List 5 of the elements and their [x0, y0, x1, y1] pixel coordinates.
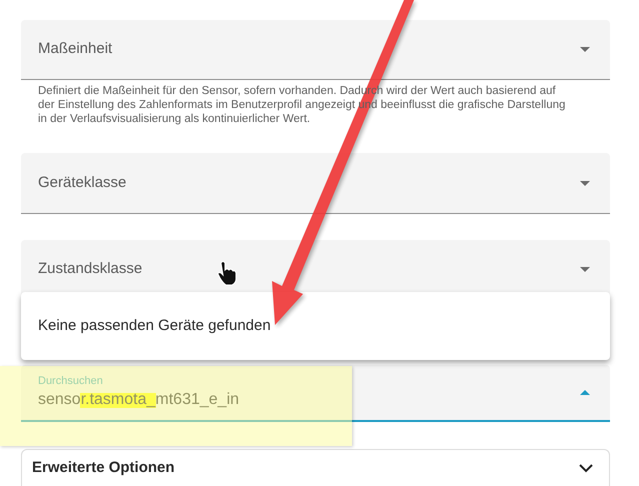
- expandable-card[interactable]: Erweiterte Optionen: [21, 449, 610, 486]
- select-field[interactable]: Maßeinheit: [21, 20, 610, 80]
- field-label: Durchsuchen: [38, 374, 104, 388]
- select-field[interactable]: Geräteklasse: [21, 153, 610, 214]
- empty-message: Keine passenden Geräte gefunden: [38, 316, 271, 336]
